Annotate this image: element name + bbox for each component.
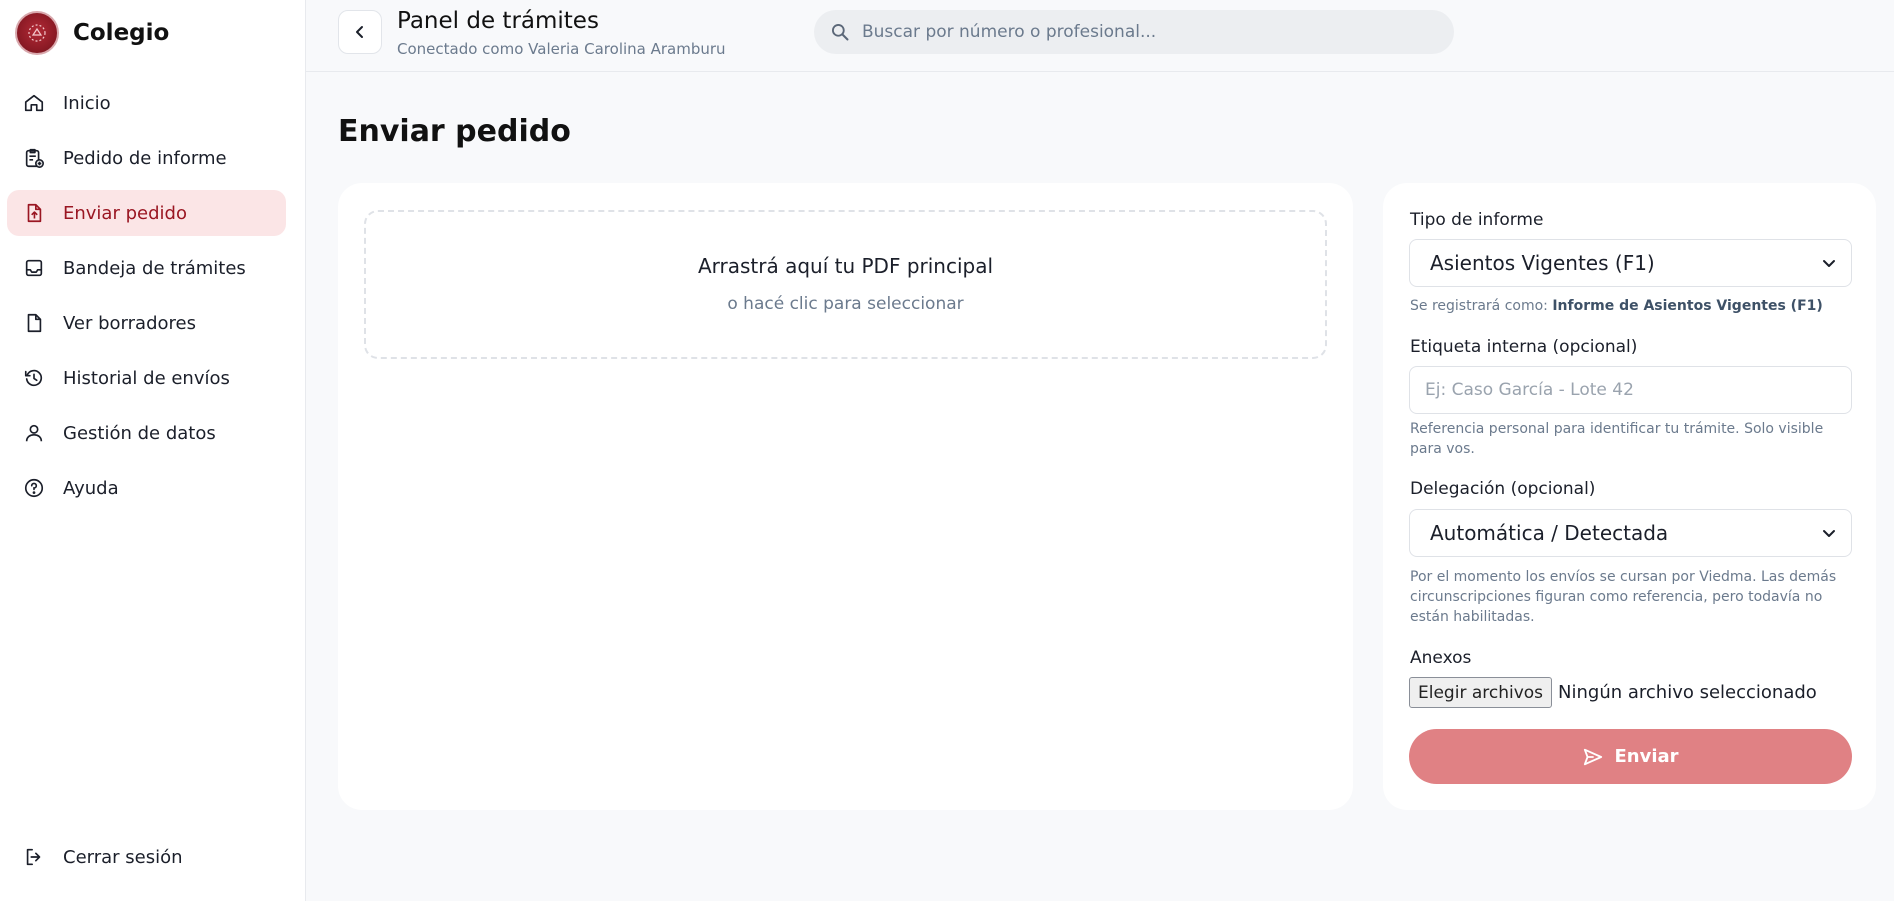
dropzone-title: Arrastrá aquí tu PDF principal bbox=[697, 254, 994, 278]
tipo-informe-select[interactable]: Asientos Vigentes (F1) bbox=[1409, 239, 1852, 287]
sidebar-item-pedido-de-informe[interactable]: Pedido de informe bbox=[7, 135, 286, 181]
anexos-file-input: Elegir archivos Ningún archivo seleccion… bbox=[1409, 677, 1817, 708]
anexos-label: Anexos bbox=[1410, 648, 1472, 668]
user-icon bbox=[23, 422, 45, 444]
file-icon bbox=[23, 312, 45, 334]
file-status: Ningún archivo seleccionado bbox=[1558, 682, 1817, 703]
back-button[interactable] bbox=[338, 10, 382, 54]
search-bar[interactable] bbox=[814, 10, 1454, 54]
submit-button[interactable]: Enviar bbox=[1409, 729, 1852, 784]
chevron-left-icon bbox=[356, 26, 363, 38]
sidebar-item-label: Ver borradores bbox=[63, 312, 196, 334]
tipo-informe-value: Asientos Vigentes (F1) bbox=[1430, 251, 1655, 275]
seal-icon bbox=[28, 24, 46, 42]
registro-note: Se registrará como: Informe de Asientos … bbox=[1410, 296, 1850, 316]
delegacion-value: Automática / Detectada bbox=[1430, 521, 1669, 545]
logout-label: Cerrar sesión bbox=[63, 846, 183, 868]
brand[interactable]: Colegio bbox=[15, 11, 169, 55]
delegacion-select[interactable]: Automática / Detectada bbox=[1409, 509, 1852, 557]
sidebar-item-label: Pedido de informe bbox=[63, 147, 227, 169]
sidebar-item-inicio[interactable]: Inicio bbox=[7, 80, 286, 126]
chevron-down-icon bbox=[1823, 530, 1835, 537]
header-title: Panel de trámites bbox=[397, 8, 599, 34]
tipo-informe-label: Tipo de informe bbox=[1410, 210, 1544, 230]
file-upload-icon bbox=[23, 202, 45, 224]
sidebar-item-label: Ayuda bbox=[63, 477, 119, 499]
sidebar-item-historial[interactable]: Historial de envíos bbox=[7, 355, 286, 401]
registro-value: Informe de Asientos Vigentes (F1) bbox=[1552, 298, 1823, 314]
clipboard-plus-icon bbox=[23, 147, 45, 169]
sidebar-item-label: Gestión de datos bbox=[63, 422, 216, 444]
sidebar-item-borradores[interactable]: Ver borradores bbox=[7, 300, 286, 346]
dropzone-subtitle: o hacé clic para seleccionar bbox=[727, 294, 964, 314]
pdf-dropzone[interactable]: Arrastrá aquí tu PDF principal o hacé cl… bbox=[364, 210, 1327, 359]
sidebar-item-bandeja[interactable]: Bandeja de trámites bbox=[7, 245, 286, 291]
help-icon bbox=[23, 477, 45, 499]
sidebar-item-label: Bandeja de trámites bbox=[63, 257, 246, 279]
search-icon bbox=[832, 24, 849, 41]
sidebar-item-ayuda[interactable]: Ayuda bbox=[7, 465, 286, 511]
submit-label: Enviar bbox=[1614, 746, 1679, 767]
delegacion-label: Delegación (opcional) bbox=[1410, 479, 1596, 499]
submit-form-card: Tipo de informe Asientos Vigentes (F1) S… bbox=[1383, 183, 1876, 810]
search-input[interactable] bbox=[862, 22, 1422, 42]
registro-prefix: Se registrará como: bbox=[1410, 298, 1553, 314]
brand-name: Colegio bbox=[73, 20, 170, 46]
sidebar-item-enviar-pedido[interactable]: Enviar pedido bbox=[7, 190, 286, 236]
sidebar-item-label: Historial de envíos bbox=[63, 367, 230, 389]
logout-icon bbox=[23, 846, 45, 868]
top-header: Panel de trámites Conectado como Valeria… bbox=[306, 0, 1894, 72]
logout-area: Cerrar sesión bbox=[7, 834, 286, 889]
etiqueta-help: Referencia personal para identificar tu … bbox=[1410, 421, 1824, 457]
home-icon bbox=[23, 92, 45, 114]
upload-card: Arrastrá aquí tu PDF principal o hacé cl… bbox=[338, 183, 1353, 810]
sidebar-nav: Inicio Pedido de informe Enviar pedido B… bbox=[7, 80, 286, 520]
sidebar-item-gestion-datos[interactable]: Gestión de datos bbox=[7, 410, 286, 456]
chevron-down-icon bbox=[1823, 260, 1835, 267]
sidebar-item-label: Enviar pedido bbox=[63, 202, 187, 224]
sidebar: Colegio Inicio Pedido de informe Enviar … bbox=[0, 0, 306, 901]
inbox-icon bbox=[23, 257, 45, 279]
logout-button[interactable]: Cerrar sesión bbox=[7, 834, 286, 880]
etiqueta-label: Etiqueta interna (opcional) bbox=[1410, 337, 1638, 357]
header-subtitle: Conectado como Valeria Carolina Aramburu bbox=[397, 40, 726, 58]
delegacion-help: Por el momento los envíos se cursan por … bbox=[1410, 569, 1837, 625]
brand-logo bbox=[15, 11, 59, 55]
etiqueta-input[interactable] bbox=[1409, 366, 1852, 414]
send-icon bbox=[1584, 748, 1603, 765]
sidebar-item-label: Inicio bbox=[63, 92, 111, 114]
page-title: Enviar pedido bbox=[338, 114, 571, 149]
history-icon bbox=[23, 367, 45, 389]
choose-files-button[interactable]: Elegir archivos bbox=[1409, 677, 1553, 708]
